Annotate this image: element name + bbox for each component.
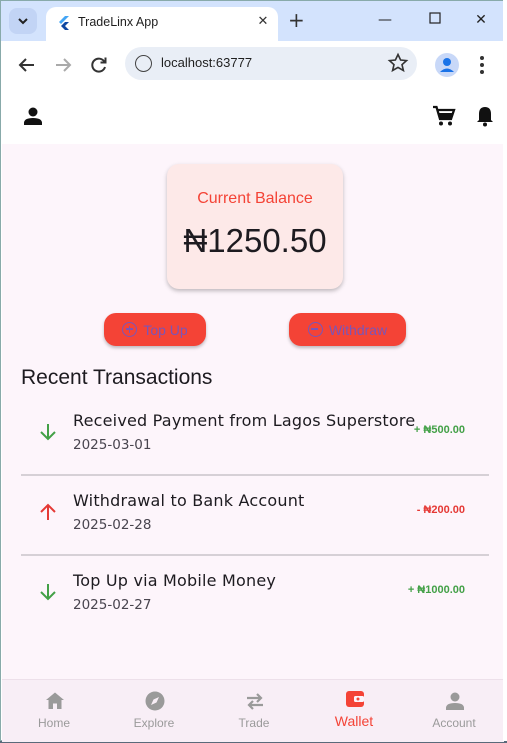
address-bar: localhost:63777	[1, 41, 504, 88]
top-up-label: Top Up	[143, 321, 188, 338]
app-viewport: Current Balance ₦1250.50 Top Up Withdraw…	[2, 88, 504, 742]
new-tab-icon[interactable]: +	[288, 10, 305, 30]
top-up-button[interactable]: Top Up	[104, 313, 206, 346]
transaction-amount: + ₦1000.00	[407, 584, 465, 596]
arrow-up-icon	[40, 503, 56, 520]
nav-item-wallet[interactable]: Wallet	[304, 680, 404, 743]
maximize-icon[interactable]	[425, 10, 445, 30]
site-info-icon[interactable]	[135, 55, 152, 72]
browser-menu-icon[interactable]	[475, 54, 489, 76]
nav-label: Wallet	[334, 713, 374, 729]
nav-item-trade[interactable]: Trade	[204, 680, 304, 743]
tab-bar: TradeLinx App ✕ + — ✕	[1, 1, 504, 41]
transaction-amount: - ₦200.00	[416, 504, 465, 516]
balance-value: ₦1250.50	[183, 222, 327, 259]
remove-circle-icon	[307, 322, 323, 337]
minimize-icon[interactable]: —	[375, 10, 395, 30]
transaction-item[interactable]: Withdrawal to Bank Account 2025-02-28 - …	[21, 475, 489, 555]
person-icon	[446, 692, 464, 710]
tab-title: TradeLinx App	[78, 15, 159, 29]
nav-label: Trade	[238, 716, 270, 730]
transaction-item[interactable]: Received Payment from Lagos Superstore 2…	[21, 395, 489, 475]
chevron-down-icon	[18, 18, 28, 25]
wallet-icon	[346, 691, 364, 707]
person-icon[interactable]	[21, 104, 45, 128]
transaction-item[interactable]: Top Up via Mobile Money 2025-02-27 + ₦10…	[21, 555, 489, 635]
arrow-down-icon	[40, 584, 56, 601]
withdraw-label: Withdraw	[328, 321, 388, 338]
explore-icon	[145, 691, 165, 711]
bottom-navigation: Home Explore Trade Wallet Account	[2, 679, 504, 742]
tab-search-button[interactable]	[9, 8, 37, 34]
balance-label: Current Balance	[197, 190, 313, 207]
browser-tab[interactable]: TradeLinx App ✕	[46, 7, 278, 41]
swap-icon	[247, 693, 263, 710]
transaction-amount: + ₦500.00	[413, 424, 465, 436]
back-icon[interactable]	[16, 54, 38, 76]
app-bar	[2, 88, 504, 144]
transaction-date: 2025-02-27	[73, 597, 152, 613]
nav-label: Explore	[133, 716, 175, 730]
bell-icon[interactable]	[473, 104, 497, 128]
nav-label: Account	[432, 716, 476, 730]
transaction-title: Received Payment from Lagos Superstore	[73, 411, 416, 430]
url-text: localhost:63777	[161, 55, 253, 70]
transaction-title: Top Up via Mobile Money	[73, 571, 277, 590]
reload-icon[interactable]	[88, 54, 110, 76]
profile-avatar[interactable]	[435, 53, 459, 77]
nav-item-account[interactable]: Account	[404, 680, 504, 743]
nav-item-home[interactable]: Home	[4, 680, 104, 743]
nav-item-explore[interactable]: Explore	[104, 680, 204, 743]
bookmark-star-icon[interactable]	[387, 52, 409, 74]
add-circle-icon	[122, 322, 138, 337]
balance-card: Current Balance ₦1250.50	[167, 164, 343, 289]
cart-icon[interactable]	[432, 104, 456, 128]
arrow-down-icon	[40, 424, 56, 441]
background-window-edge	[503, 0, 507, 741]
section-title: Recent Transactions	[21, 366, 213, 389]
nav-label: Home	[37, 716, 70, 730]
forward-icon[interactable]	[52, 54, 74, 76]
flutter-logo-icon	[59, 16, 69, 30]
browser-window: TradeLinx App ✕ + — ✕ localhost:63777 Cu…	[0, 0, 504, 742]
home-icon	[46, 692, 64, 709]
transaction-title: Withdrawal to Bank Account	[73, 491, 305, 510]
transaction-date: 2025-03-01	[73, 437, 152, 453]
transaction-date: 2025-02-28	[73, 517, 152, 533]
url-bar[interactable]: localhost:63777	[125, 47, 417, 80]
withdraw-button[interactable]: Withdraw	[289, 313, 406, 346]
close-tab-icon[interactable]: ✕	[254, 13, 272, 31]
close-window-icon[interactable]: ✕	[471, 10, 491, 30]
